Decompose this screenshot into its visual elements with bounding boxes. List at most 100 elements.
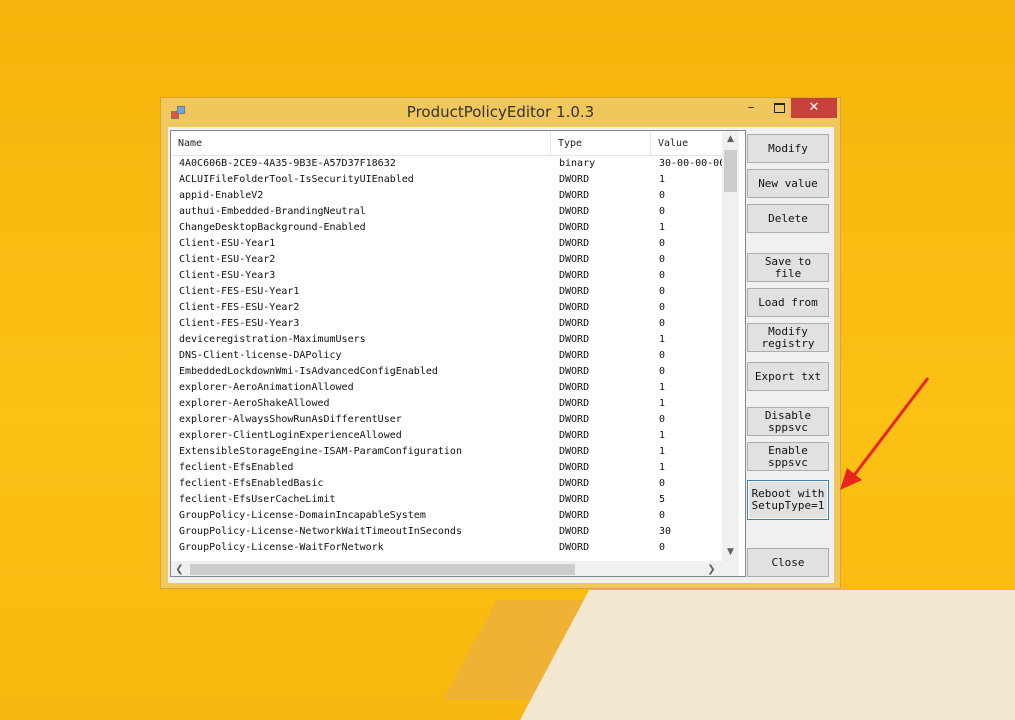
client-area: Name Type Value 4A0C606B-2CE9-4A35-9B3E-… [168,127,834,583]
cell-value: 0 [659,238,666,249]
cell-value: 1 [659,446,666,457]
cell-name: Client-FES-ESU-Year2 [179,302,300,313]
vertical-scrollbar[interactable]: ▲ ▼ [722,131,739,561]
close-button[interactable]: Close [747,548,829,577]
cell-type: DWORD [559,190,590,201]
cell-name: explorer-AeroShakeAllowed [179,398,330,409]
reboot-setuptype-button[interactable]: Reboot with SetupType=1 [747,480,829,520]
maximize-button[interactable] [766,98,792,118]
cell-value: 0 [659,366,666,377]
save-to-file-button[interactable]: Save to file [747,253,829,282]
cell-value: 30 [659,526,672,537]
scroll-right-icon[interactable]: ❯ [703,561,720,576]
list-row[interactable]: ACLUIFileFolderTool-IsSecurityUIEnabled D… [171,172,722,188]
cell-name: appid-EnableV2 [179,190,264,201]
cell-value: 0 [659,510,666,521]
cell-name: 4A0C606B-2CE9-4A35-9B3E-A57D37F18632 [179,158,396,169]
cell-name: ExtensibleStorageEngine-ISAM-ParamConfig… [179,446,462,457]
scroll-down-icon[interactable]: ▼ [722,544,739,561]
title-bar[interactable]: ProductPolicyEditor 1.0.3 – ✕ [161,98,840,127]
list-rows: 4A0C606B-2CE9-4A35-9B3E-A57D37F18632 bina… [171,156,722,561]
cell-type: DWORD [559,206,590,217]
enable-sppsvc-button[interactable]: Enable sppsvc [747,442,829,471]
list-row[interactable]: ExtensibleStorageEngine-ISAM-ParamConfig… [171,444,722,460]
cell-name: Client-ESU-Year2 [179,254,276,265]
list-row[interactable]: Client-ESU-Year3 DWORD 0 [171,268,722,284]
cell-name: ChangeDesktopBackground-Enabled [179,222,366,233]
list-row[interactable]: Client-FES-ESU-Year1 DWORD 0 [171,284,722,300]
minimize-button[interactable]: – [738,98,764,118]
disable-sppsvc-button[interactable]: Disable sppsvc [747,407,829,436]
cell-value: 0 [659,254,666,265]
cell-type: DWORD [559,414,590,425]
list-row[interactable]: feclient-EfsUserCacheLimit DWORD 5 [171,492,722,508]
list-row[interactable]: explorer-AeroAnimationAllowed DWORD 1 [171,380,722,396]
horizontal-scrollbar[interactable]: ❮ ❯ [171,561,722,576]
cell-name: Client-FES-ESU-Year3 [179,318,300,329]
list-row[interactable]: GroupPolicy-License-DomainIncapableSyste… [171,508,722,524]
cell-name: EmbeddedLockdownWmi-IsAdvancedConfigEnab… [179,366,438,377]
cell-name: Client-FES-ESU-Year1 [179,286,300,297]
cell-value: 1 [659,398,666,409]
cell-type: DWORD [559,286,590,297]
cell-name: explorer-ClientLoginExperienceAllowed [179,430,402,441]
list-row[interactable]: GroupPolicy-License-NetworkWaitTimeoutIn… [171,524,722,540]
cell-value: 0 [659,414,666,425]
scrollbar-corner [722,561,739,576]
app-window: ProductPolicyEditor 1.0.3 – ✕ Name Type … [160,97,841,589]
export-txt-button[interactable]: Export txt [747,362,829,391]
list-row[interactable]: DNS-Client-license-DAPolicy DWORD 0 [171,348,722,364]
list-row[interactable]: 4A0C606B-2CE9-4A35-9B3E-A57D37F18632 bina… [171,156,722,172]
load-from-button[interactable]: Load from [747,288,829,317]
delete-button[interactable]: Delete [747,204,829,233]
list-row[interactable]: Client-FES-ESU-Year2 DWORD 0 [171,300,722,316]
cell-name: feclient-EfsEnabledBasic [179,478,324,489]
list-header: Name Type Value [171,131,722,156]
cell-type: DWORD [559,302,590,313]
list-row[interactable]: feclient-EfsEnabled DWORD 1 [171,460,722,476]
policy-list[interactable]: Name Type Value 4A0C606B-2CE9-4A35-9B3E-… [170,130,746,577]
cell-value: 0 [659,478,666,489]
list-row[interactable]: Client-FES-ESU-Year3 DWORD 0 [171,316,722,332]
modify-registry-button[interactable]: Modify registry [747,323,829,352]
cell-value: 1 [659,430,666,441]
cell-type: DWORD [559,510,590,521]
list-row[interactable]: EmbeddedLockdownWmi-IsAdvancedConfigEnab… [171,364,722,380]
cell-type: DWORD [559,398,590,409]
scroll-left-icon[interactable]: ❮ [171,561,188,576]
cell-value: 0 [659,318,666,329]
cell-type: DWORD [559,174,590,185]
scroll-thumb[interactable] [190,564,575,575]
cell-type: DWORD [559,366,590,377]
list-row[interactable]: authui-Embedded-BrandingNeutral DWORD 0 [171,204,722,220]
cell-value: 30-00-00-00 [659,158,722,169]
cell-value: 1 [659,222,666,233]
scroll-thumb[interactable] [724,150,737,192]
list-row[interactable]: GroupPolicy-License-WaitForNetwork DWORD 0 [171,540,722,556]
list-row[interactable]: explorer-AeroShakeAllowed DWORD 1 [171,396,722,412]
list-row[interactable]: explorer-ClientLoginExperienceAllowed DWO… [171,428,722,444]
cell-type: DWORD [559,334,590,345]
list-row[interactable]: Client-ESU-Year1 DWORD 0 [171,236,722,252]
close-window-button[interactable]: ✕ [791,98,837,118]
cell-type: DWORD [559,542,590,553]
list-row[interactable]: explorer-AlwaysShowRunAsDifferentUser DWO… [171,412,722,428]
cell-type: DWORD [559,430,590,441]
cell-value: 0 [659,206,666,217]
cell-value: 0 [659,302,666,313]
list-row[interactable]: deviceregistration-MaximumUsers DWORD 1 [171,332,722,348]
cell-name: DNS-Client-license-DAPolicy [179,350,342,361]
list-row[interactable]: feclient-EfsEnabledBasic DWORD 0 [171,476,722,492]
list-row[interactable]: ChangeDesktopBackground-Enabled DWORD 1 [171,220,722,236]
column-header-name[interactable]: Name [171,131,551,155]
cell-value: 5 [659,494,666,505]
modify-button[interactable]: Modify [747,134,829,163]
column-header-type[interactable]: Type [551,131,651,155]
list-row[interactable]: Client-ESU-Year2 DWORD 0 [171,252,722,268]
list-row[interactable]: appid-EnableV2 DWORD 0 [171,188,722,204]
new-value-button[interactable]: New value [747,169,829,198]
column-header-value[interactable]: Value [651,131,731,155]
scroll-up-icon[interactable]: ▲ [722,131,739,148]
cell-type: DWORD [559,494,590,505]
cell-type: DWORD [559,222,590,233]
